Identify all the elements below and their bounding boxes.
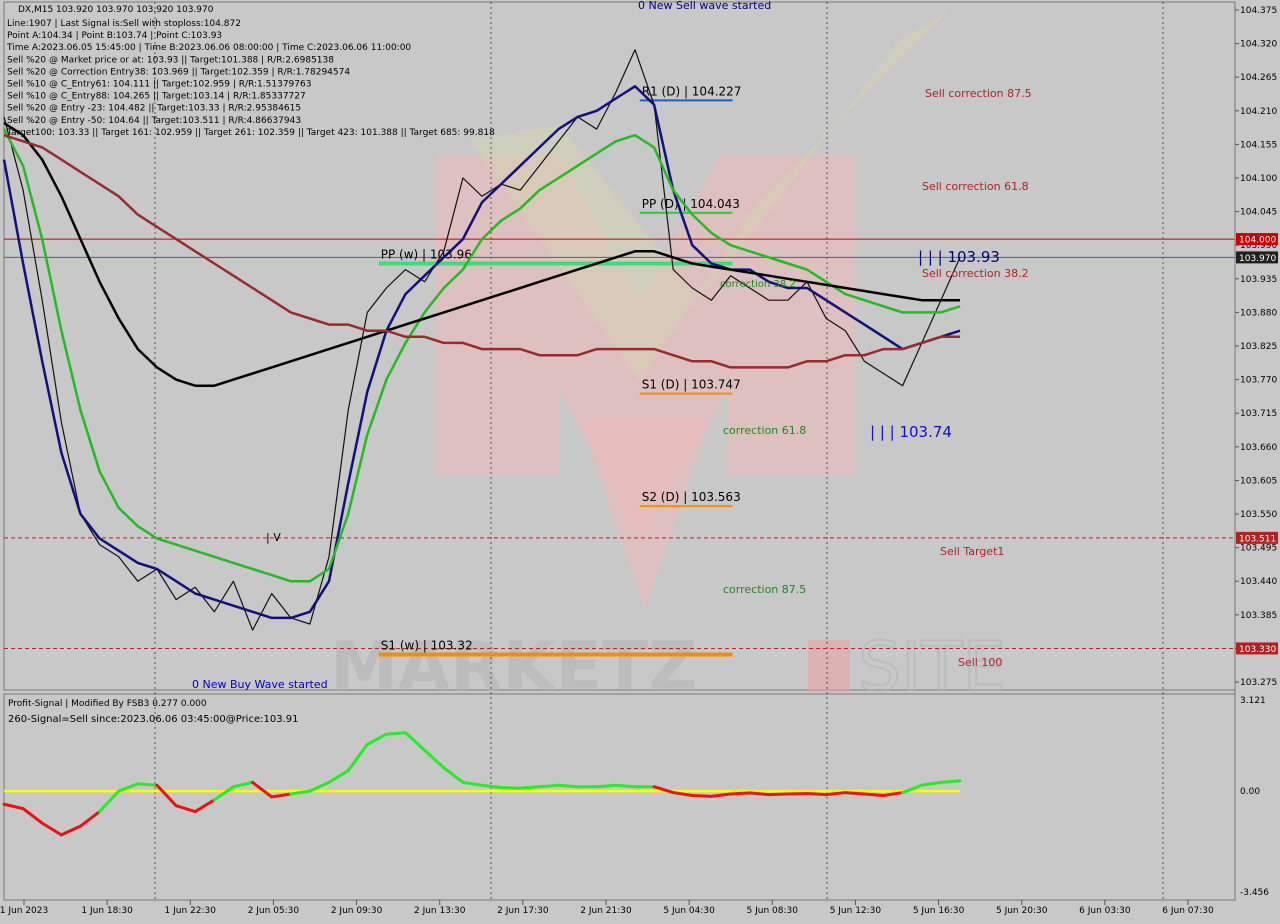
- price-tick-label: 103.385: [1240, 611, 1277, 621]
- price-tick-label: 103.825: [1240, 342, 1277, 352]
- indicator-segment: [518, 785, 541, 790]
- price-tick-label: 103.715: [1240, 409, 1277, 419]
- price-tick-label: 103.660: [1240, 443, 1277, 453]
- indicator-segment: [499, 786, 522, 790]
- info-line: Line:1907 | Last Signal is:Sell with sto…: [7, 19, 241, 29]
- indicator-signal-text: 260-Signal=Sell since:2023.06.06 03:45:0…: [8, 714, 298, 725]
- price-tick-label: 103.880: [1240, 308, 1277, 318]
- indicator-segment: [384, 731, 408, 736]
- indicator-title: Profit-Signal | Modified By FSB3 0.277 0…: [8, 699, 207, 709]
- time-tick-label: 6 Jun 07:30: [1162, 906, 1214, 916]
- time-tick-label: 5 Jun 20:30: [996, 906, 1048, 916]
- price-tick-label: 103.935: [1240, 275, 1277, 285]
- annotation-sell-correction-87: Sell correction 87.5: [925, 87, 1032, 100]
- indicator-segment: [537, 783, 560, 789]
- indicator-segment: [786, 791, 809, 796]
- pivot-label: PP (D) | 104.043: [642, 197, 740, 211]
- indicator-segment: [136, 782, 159, 787]
- indicator-segment: [843, 791, 866, 796]
- time-tick-label: 5 Jun 16:30: [913, 906, 965, 916]
- time-tick-label: 5 Jun 04:30: [663, 906, 715, 916]
- price-tag-label: 103.511: [1239, 534, 1276, 544]
- time-tick-label: 5 Jun 08:30: [747, 906, 799, 916]
- pivot-label: S1 (w) | 103.32: [381, 639, 473, 653]
- time-axis: 1 Jun 2023 1 Jun 18:30 1 Jun 22:30 2 Jun 05…: [0, 900, 1214, 916]
- indicator-tick-label: -3.456: [1240, 888, 1269, 898]
- time-tick-label: 2 Jun 13:30: [414, 906, 466, 916]
- indicator-axis: 3.121 0.00 -3.456: [1240, 696, 1269, 898]
- indicator-tick-label: 3.121: [1240, 696, 1266, 706]
- info-line: Sell %20 @ Entry -50: 104.64 || Target:1…: [7, 116, 301, 126]
- annotation-correction-38: correction 38.2: [720, 279, 796, 290]
- indicator-segment: [824, 791, 847, 797]
- price-tag-label: 103.330: [1239, 645, 1276, 655]
- price-axis: 104.375 104.320 104.265 104.210 104.155 104.1…: [1234, 2, 1277, 900]
- pivot-label: S1 (D) | 103.747: [642, 378, 741, 392]
- price-tick-label: 103.440: [1240, 577, 1277, 587]
- time-tick-label: 6 Jun 03:30: [1079, 906, 1131, 916]
- indicator-segment: [614, 783, 637, 789]
- indicator-segment: [748, 791, 771, 797]
- annotation-sell-100: Sell 100: [958, 656, 1002, 669]
- annotation-point-c: | | | 103.93: [918, 248, 1000, 266]
- annotation-new-sell-wave: 0 New Sell wave started: [638, 0, 771, 12]
- indicator-segment: [729, 791, 752, 796]
- price-tag-label: 104.000: [1239, 236, 1276, 246]
- info-line: Point A:104.34 | Point B:103.74 | Point …: [7, 31, 222, 41]
- info-line: Sell %10 @ C_Entry61: 104.111 || Target:…: [7, 80, 311, 90]
- indicator-segment: [939, 779, 962, 784]
- indicator-tick-label: 0.00: [1240, 787, 1260, 797]
- time-tick-label: 1 Jun 2023: [0, 906, 48, 916]
- indicator-segment: [767, 792, 790, 797]
- time-tick-label: 1 Jun 22:30: [165, 906, 217, 916]
- price-tag-label: 103.970: [1239, 254, 1276, 264]
- info-line: Sell %20 @ Market price or at: 103.93 ||…: [7, 55, 334, 65]
- symbol-line: DX,M15 103.920 103.970 103.920 103.970: [18, 5, 214, 15]
- info-line: Time A:2023.06.05 15:45:00 | Time B:2023…: [6, 43, 411, 53]
- time-tick-label: 1 Jun 18:30: [81, 906, 133, 916]
- annotation-sell-target1: Sell Target1: [940, 545, 1004, 558]
- annotation-point-b: | | | 103.74: [870, 423, 952, 441]
- price-tick-label: 104.045: [1240, 208, 1277, 218]
- time-tick-label: 2 Jun 09:30: [331, 906, 383, 916]
- info-line: Sell %10 @ C_Entry88: 104.265 || Target:…: [7, 92, 306, 102]
- indicator-segment: [556, 783, 580, 789]
- price-tick-label: 103.550: [1240, 510, 1277, 520]
- price-tick-label: 104.265: [1240, 73, 1277, 83]
- price-tick-label: 104.155: [1240, 140, 1277, 150]
- annotation-sell-correction-61: Sell correction 61.8: [922, 180, 1029, 193]
- annotation-sell-correction-38: Sell correction 38.2: [922, 267, 1029, 280]
- annotation-correction-87: correction 87.5: [723, 583, 806, 596]
- pivot-label: S2 (D) | 103.563: [642, 490, 741, 504]
- pivot-label: R1 (D) | 104.227: [642, 84, 742, 98]
- time-tick-label: 2 Jun 21:30: [580, 906, 632, 916]
- time-tick-label: 2 Jun 05:30: [248, 906, 300, 916]
- info-line: Target100: 103.33 || Target 161: 102.959…: [6, 128, 495, 138]
- indicator-segment: [862, 792, 886, 797]
- chart-svg[interactable]: MARKETZ SITE R1 (D) | 104.227PP (D) | 10…: [0, 0, 1280, 920]
- price-tick-label: 103.605: [1240, 476, 1277, 486]
- info-line: Sell %20 @ Entry -23: 104.482 || Target:…: [7, 104, 301, 114]
- price-tick-label: 103.770: [1240, 376, 1277, 386]
- price-tick-label: 104.100: [1240, 174, 1277, 184]
- indicator-segment: [690, 793, 713, 798]
- annotation-correction-61: correction 61.8: [723, 424, 806, 437]
- annotation-wave-v: | V: [266, 531, 281, 544]
- price-tick-label: 104.320: [1240, 40, 1277, 50]
- time-tick-label: 5 Jun 12:30: [830, 906, 882, 916]
- price-tick-label: 104.375: [1240, 6, 1277, 16]
- price-tick-label: 104.210: [1240, 107, 1277, 117]
- time-tick-label: 2 Jun 17:30: [497, 906, 549, 916]
- pivot-label: PP (w) | 103.96: [381, 248, 472, 262]
- info-line: Sell %20 @ Correction Entry38: 103.969 |…: [7, 67, 350, 77]
- price-tick-label: 103.495: [1240, 544, 1277, 554]
- chart-window: MARKETZ SITE R1 (D) | 104.227 PP (D) | 10…: [0, 0, 1280, 920]
- indicator-segment: [805, 791, 828, 797]
- price-tick-label: 103.275: [1240, 678, 1277, 688]
- annotation-new-buy-wave: 0 New Buy Wave started: [192, 678, 328, 691]
- indicator-segment: [595, 783, 618, 789]
